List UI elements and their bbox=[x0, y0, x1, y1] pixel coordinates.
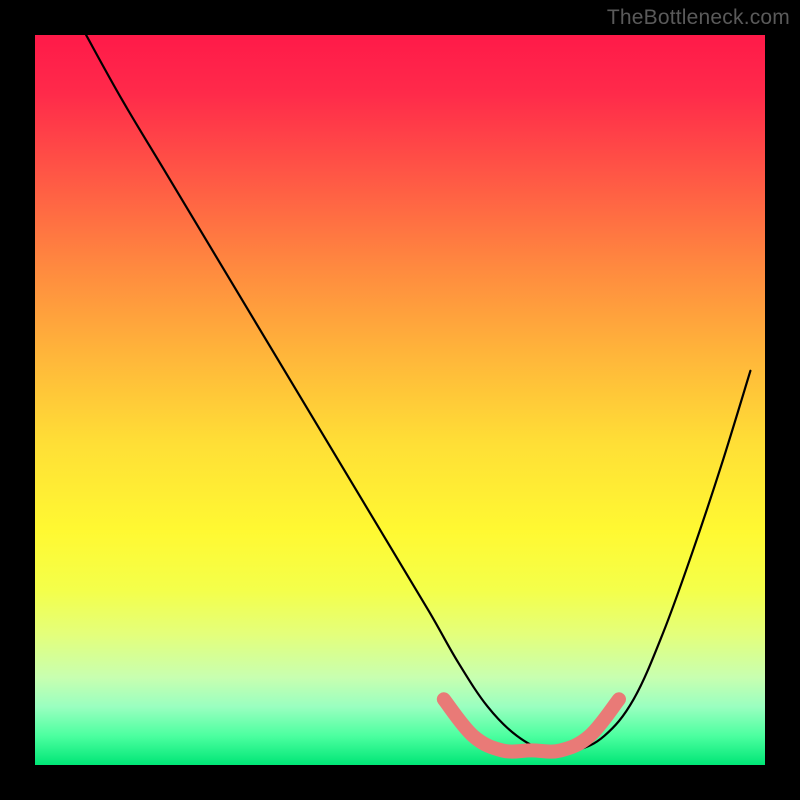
curve-line bbox=[86, 35, 750, 752]
watermark-text: TheBottleneck.com bbox=[607, 6, 790, 30]
chart-canvas: TheBottleneck.com bbox=[0, 0, 800, 800]
plot-area bbox=[35, 35, 765, 765]
chart-overlay bbox=[35, 35, 765, 765]
